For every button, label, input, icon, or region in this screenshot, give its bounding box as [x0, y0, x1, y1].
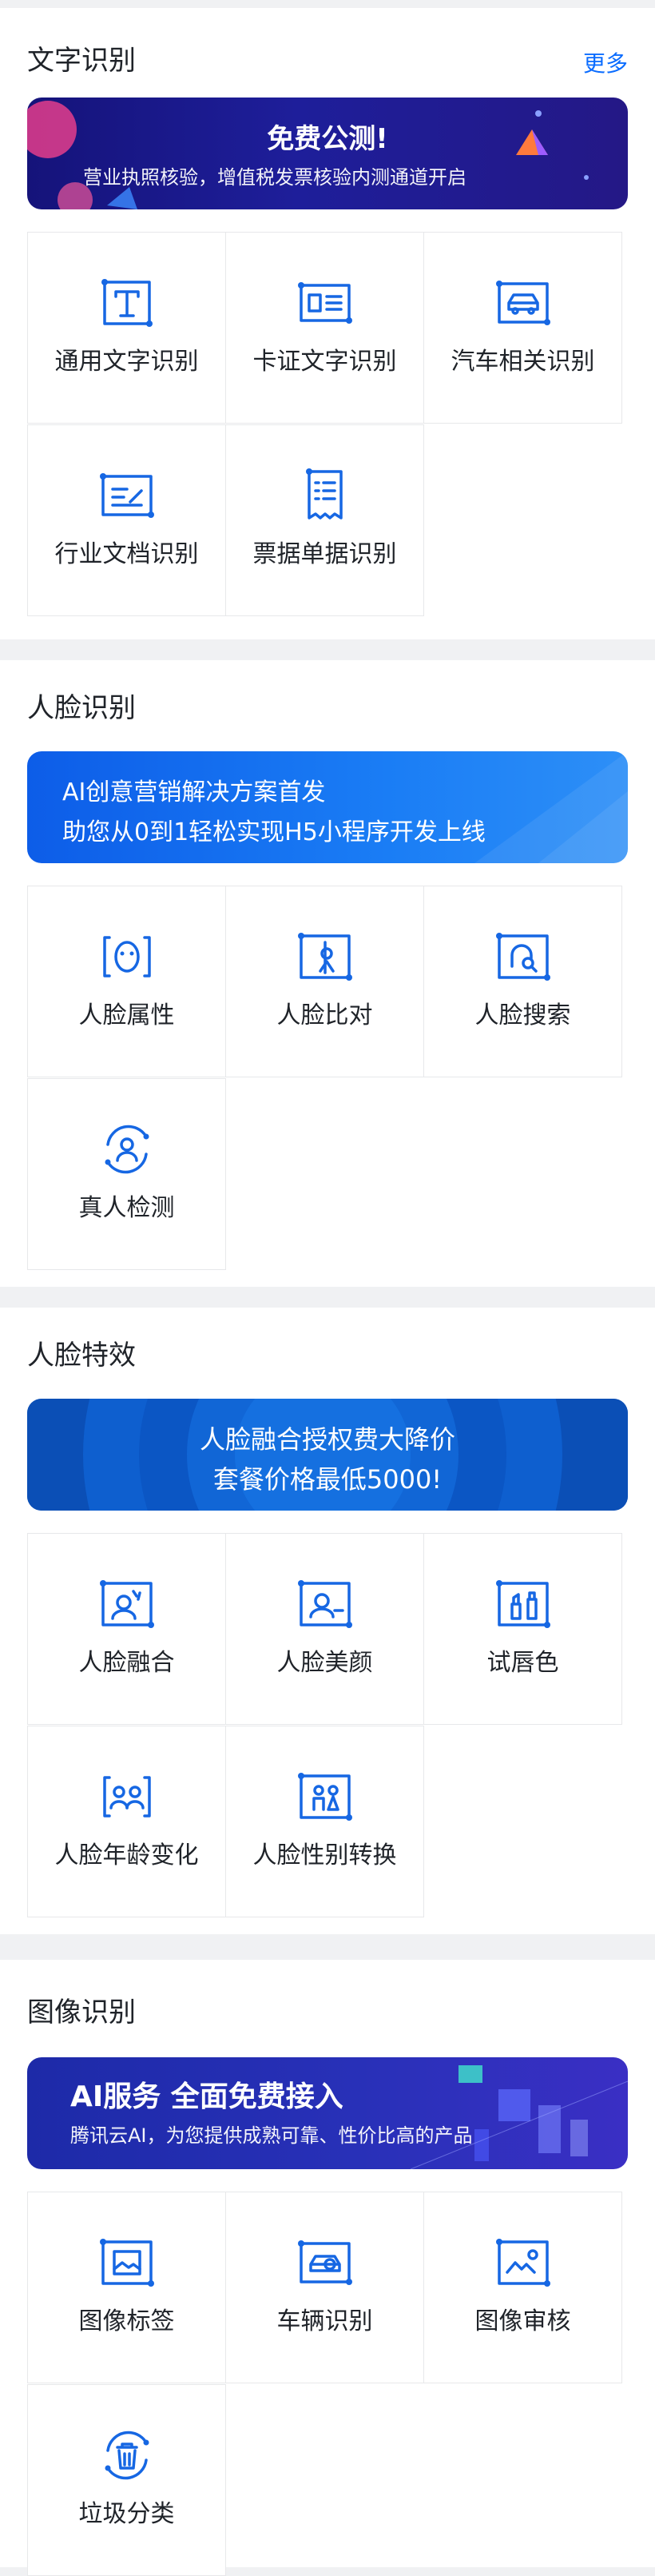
service-label: 人脸美颜 [276, 1649, 373, 1677]
service-item-car[interactable]: 汽车相关识别 [423, 232, 622, 424]
more-link[interactable]: 更多 [583, 46, 628, 78]
document-icon [99, 473, 154, 518]
service-label: 通用文字识别 [54, 348, 199, 376]
service-item-lipstick[interactable]: 试唇色 [423, 1533, 622, 1725]
service-item-image-review[interactable]: 图像审核 [423, 2192, 622, 2383]
service-item-industry-doc[interactable]: 行业文档识别 [27, 424, 226, 616]
promo-banner[interactable]: 人脸融合授权费大降价 套餐价格最低5000! [27, 1399, 628, 1511]
lipstick-icon [495, 1580, 550, 1628]
banner-line1: AI创意营销解决方案首发 [62, 778, 326, 806]
service-label: 图像审核 [474, 2307, 571, 2335]
service-item-general-text[interactable]: 通用文字识别 [27, 232, 226, 424]
promo-banner[interactable]: 免费公测! 营业执照核验，增值税发票核验内测通道开启 [27, 98, 628, 209]
face-compare-icon [297, 933, 352, 981]
service-item-trash-sort[interactable]: 垃圾分类 [27, 2384, 226, 2576]
service-label: 人脸搜索 [474, 1001, 571, 1029]
service-item-receipt[interactable]: 票据单据识别 [225, 424, 424, 616]
service-label: 试唇色 [486, 1649, 559, 1677]
service-item-card-text[interactable]: 卡证文字识别 [225, 232, 424, 424]
service-item-gender-swap[interactable]: 人脸性别转换 [225, 1726, 424, 1917]
receipt-icon [305, 468, 343, 520]
service-label: 人脸年龄变化 [54, 1841, 199, 1869]
banner-subtitle: 营业执照核验，增值税发票核验内测通道开启 [83, 166, 466, 189]
service-item-face-beauty[interactable]: 人脸美颜 [225, 1533, 424, 1725]
promo-banner[interactable]: AI服务 全面免费接入 腾讯云AI，为您提供成熟可靠、性价比高的产品 [27, 2057, 628, 2169]
service-label: 人脸性别转换 [252, 1841, 397, 1869]
service-label: 真人检测 [78, 1194, 175, 1222]
service-item-face-fusion[interactable]: 人脸融合 [27, 1533, 226, 1725]
section-title: 图像识别 [27, 1997, 136, 2029]
service-label: 人脸属性 [78, 1001, 175, 1029]
service-item-vehicle[interactable]: 车辆识别 [225, 2192, 424, 2383]
face-fusion-icon [99, 1580, 154, 1628]
banner-line1: 人脸融合授权费大降价 [199, 1424, 455, 1455]
gender-swap-icon [297, 1773, 352, 1821]
trash-icon [105, 2431, 149, 2480]
face-age-icon [102, 1776, 151, 1818]
service-label: 汽车相关识别 [451, 348, 595, 376]
service-grid: 人脸融合 人脸美颜 试唇色 人脸年龄变化 人脸性别转换 [27, 1533, 628, 1918]
section-title: 人脸识别 [27, 692, 136, 724]
image-tag-icon [99, 2239, 154, 2287]
car-icon [495, 281, 550, 325]
service-label: 卡证文字识别 [252, 348, 397, 376]
service-label: 车辆识别 [276, 2307, 373, 2335]
banner-line2: 助您从0到1轻松实现H5小程序开发上线 [62, 818, 486, 846]
image-review-icon [495, 2239, 550, 2287]
section-face-recognition: 人脸识别 AI创意营销解决方案首发 助您从0到1轻松实现H5小程序开发上线 人脸… [0, 660, 655, 1287]
section-image-recognition: 图像识别 AI服务 全面免费接入 腾讯云AI，为您提供成熟可靠、性价比高的产品 … [0, 1960, 655, 2576]
service-grid: 人脸属性 人脸比对 人脸搜索 真人检测 [27, 886, 628, 1271]
service-item-face-search[interactable]: 人脸搜索 [423, 886, 622, 1077]
banner-subtitle: 腾讯云AI，为您提供成熟可靠、性价比高的产品 [70, 2124, 473, 2147]
banner-title: 免费公测! [267, 123, 388, 155]
liveness-icon [105, 1125, 149, 1174]
service-label: 垃圾分类 [78, 2500, 175, 2528]
id-card-icon [297, 282, 352, 324]
promo-banner[interactable]: AI创意营销解决方案首发 助您从0到1轻松实现H5小程序开发上线 [27, 751, 628, 863]
service-item-face-age[interactable]: 人脸年龄变化 [27, 1726, 226, 1917]
text-recognition-icon [101, 279, 153, 327]
service-item-image-tag[interactable]: 图像标签 [27, 2192, 226, 2383]
section-face-effects: 人脸特效 人脸融合授权费大降价 套餐价格最低5000! 人脸融合 人脸美颜 试唇… [0, 1308, 655, 1934]
banner-line2: 套餐价格最低5000! [212, 1464, 443, 1495]
service-label: 行业文档识别 [54, 540, 199, 568]
service-item-face-compare[interactable]: 人脸比对 [225, 886, 424, 1077]
service-grid: 通用文字识别 卡证文字识别 汽车相关识别 行业文档识别 票据单据识别 [27, 232, 628, 617]
banner-title: AI服务 全面免费接入 [70, 2080, 343, 2113]
face-beauty-icon [297, 1580, 352, 1628]
section-title: 文字识别 [27, 45, 136, 77]
section-title: 人脸特效 [27, 1340, 136, 1372]
face-search-icon [495, 933, 550, 981]
service-label: 人脸比对 [276, 1001, 373, 1029]
section-text-recognition: 文字识别 更多 免费公测! 营业执照核验，增值税发票核验内测通道开启 通用文字识… [0, 8, 655, 639]
service-item-liveness[interactable]: 真人检测 [27, 1078, 226, 1270]
face-attribute-icon [102, 936, 151, 977]
service-label: 人脸融合 [78, 1649, 175, 1677]
vehicle-icon [297, 2240, 352, 2285]
service-grid: 图像标签 车辆识别 图像审核 垃圾分类 [27, 2192, 628, 2576]
service-label: 票据单据识别 [252, 540, 397, 568]
service-label: 图像标签 [78, 2307, 175, 2335]
service-item-face-attribute[interactable]: 人脸属性 [27, 886, 226, 1077]
